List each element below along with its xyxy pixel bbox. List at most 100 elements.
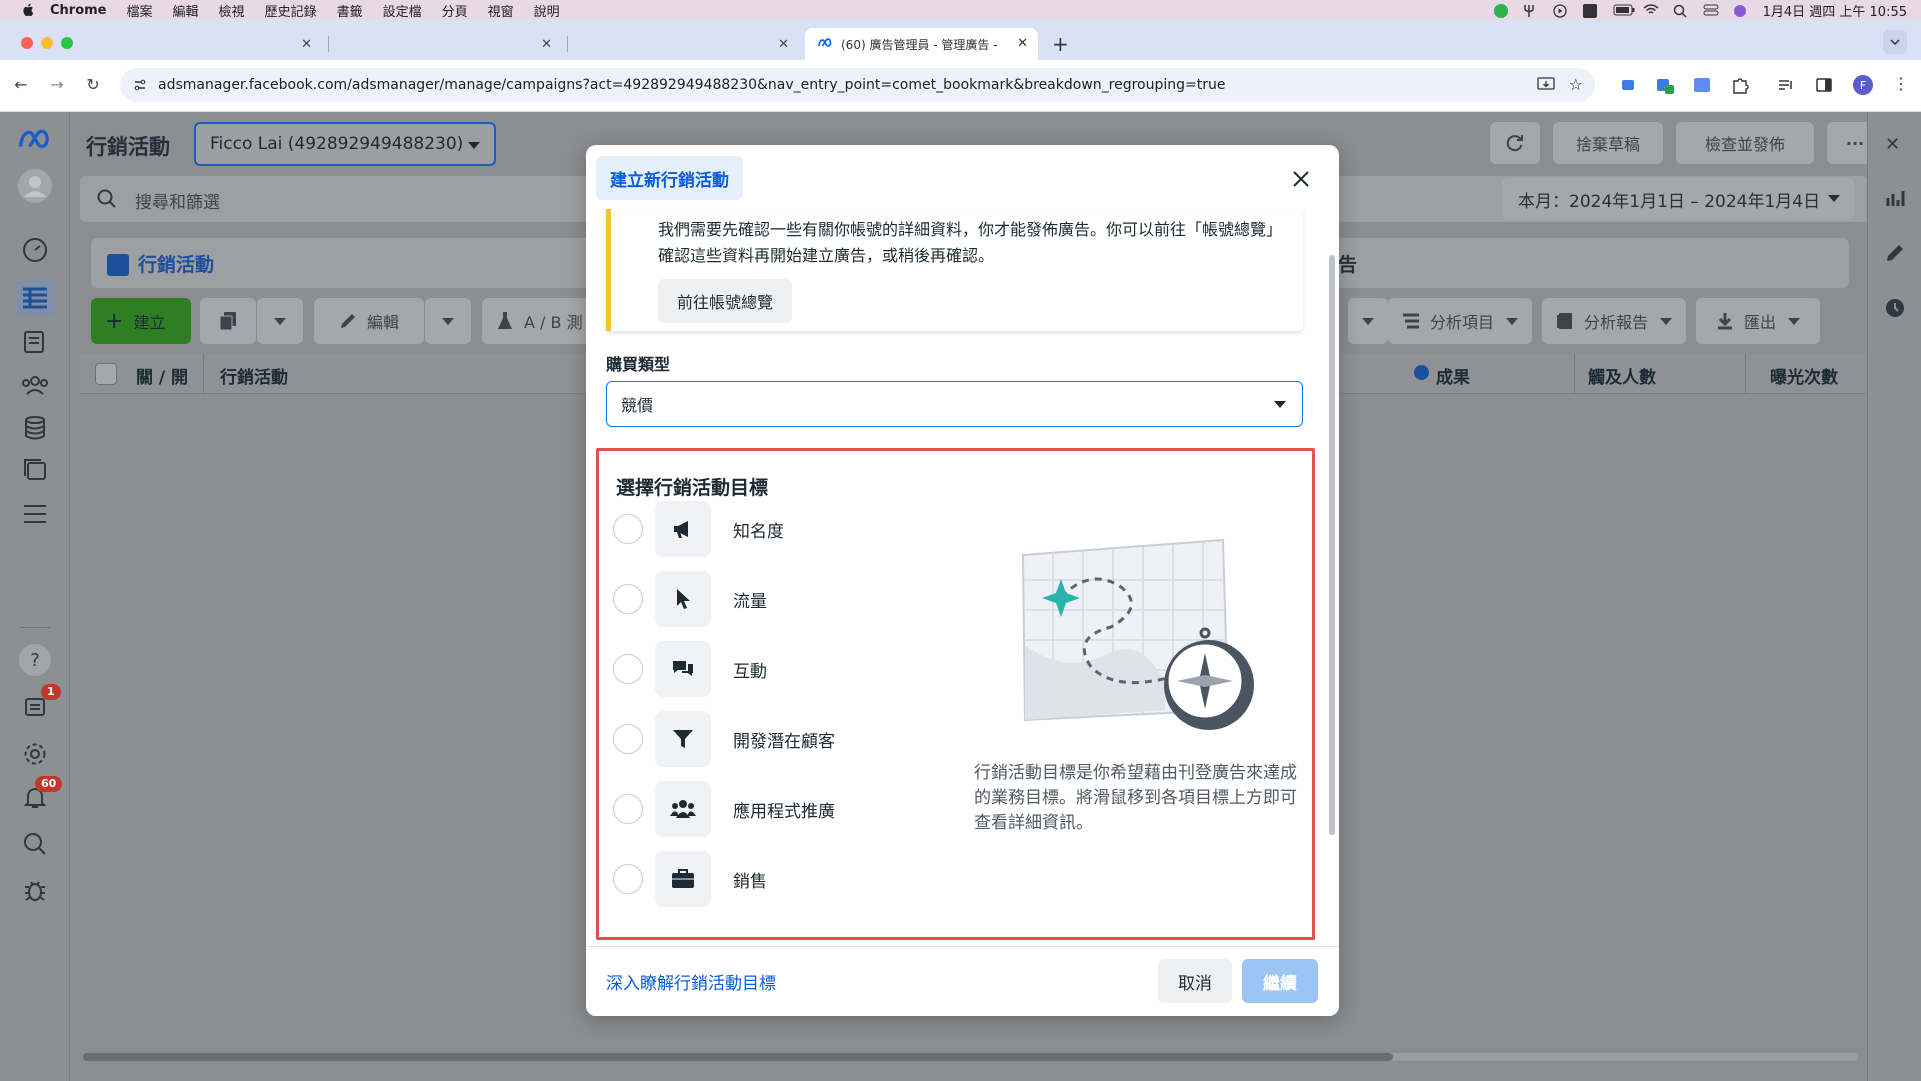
create-button[interactable]: + 建立 <box>91 298 191 344</box>
browser-tab-2[interactable]: ✕ <box>335 28 560 60</box>
help-button[interactable]: ? <box>15 642 55 678</box>
url-text[interactable]: adsmanager.facebook.com/adsmanager/manag… <box>158 77 1225 93</box>
battery-icon[interactable] <box>1613 4 1635 16</box>
breakdown-button[interactable]: 分析項目 <box>1388 298 1532 344</box>
objective-radio[interactable] <box>613 794 643 824</box>
notifications-bell-icon[interactable]: 60 <box>15 776 63 816</box>
catalog-icon[interactable] <box>15 452 55 488</box>
edit-dropdown[interactable] <box>425 298 471 344</box>
duplicate-button[interactable] <box>200 298 256 344</box>
menu-view[interactable]: 檢視 <box>219 1 245 20</box>
menu-history[interactable]: 歷史記錄 <box>265 1 317 20</box>
col-header-impressions[interactable]: 曝光次數 <box>1770 363 1838 388</box>
bug-report-icon[interactable] <box>15 872 55 908</box>
spotlight-icon[interactable] <box>1673 4 1689 18</box>
learn-more-objectives-link[interactable]: 深入瞭解行銷活動目標 <box>606 969 776 994</box>
col-header-reach[interactable]: 觸及人數 <box>1588 363 1656 388</box>
info-icon[interactable] <box>1414 365 1429 380</box>
objective-engagement[interactable]: 互動 <box>613 639 933 699</box>
extension-1-icon[interactable] <box>1618 75 1638 95</box>
app-name[interactable]: Chrome <box>50 3 107 18</box>
chart-icon[interactable] <box>1885 188 1905 212</box>
buy-type-select[interactable]: 競價 <box>606 381 1303 427</box>
objective-radio[interactable] <box>613 864 643 894</box>
pages-icon[interactable] <box>15 324 55 360</box>
edit-pencil-icon[interactable] <box>1885 243 1905 267</box>
close-panel-icon[interactable]: ✕ <box>1885 134 1900 155</box>
objective-awareness[interactable]: 知名度 <box>613 499 933 559</box>
wifi-icon[interactable] <box>1643 4 1659 16</box>
ads-notifications-icon[interactable]: 1 <box>15 684 61 724</box>
browser-tab-active[interactable]: (60) 廣告管理員 - 管理廣告 - ✕ <box>805 28 1038 60</box>
objective-sales[interactable]: 銷售 <box>613 849 933 909</box>
col-header-onoff[interactable]: 關 / 開 <box>136 363 188 388</box>
duplicate-dropdown[interactable] <box>257 298 303 344</box>
control-center-icon[interactable] <box>1703 4 1719 16</box>
history-clock-icon[interactable] <box>1885 298 1905 322</box>
billing-stack-icon[interactable] <box>15 410 55 446</box>
extension-2-icon[interactable] <box>1655 75 1675 95</box>
objective-radio[interactable] <box>613 724 643 754</box>
line-app-icon[interactable] <box>1493 4 1509 18</box>
siri-icon[interactable] <box>1733 4 1749 17</box>
window-zoom-icon[interactable] <box>61 37 73 49</box>
objective-radio[interactable] <box>613 654 643 684</box>
extensions-puzzle-icon[interactable] <box>1730 75 1750 95</box>
menu-help[interactable]: 說明 <box>534 1 560 20</box>
reports-button[interactable]: 分析報告 <box>1542 298 1686 344</box>
continue-button[interactable]: 繼續 <box>1242 959 1318 1003</box>
col-header-results[interactable]: 成果 <box>1436 363 1470 388</box>
menu-tab[interactable]: 分頁 <box>442 1 468 20</box>
tab-close-icon[interactable]: ✕ <box>1017 36 1028 51</box>
media-controls-icon[interactable] <box>1776 75 1796 95</box>
menubar-datetime[interactable]: 1月4日 週四 上午 10:55 <box>1763 1 1907 20</box>
account-selector[interactable]: Ficco Lai (492892949488230) <box>194 122 496 166</box>
dashboard-gauge-icon[interactable] <box>15 232 55 268</box>
side-panel-icon[interactable] <box>1814 75 1834 95</box>
window-close-icon[interactable] <box>21 37 33 49</box>
audiences-icon[interactable] <box>15 367 55 403</box>
browser-tab-1[interactable]: ✕ <box>90 28 320 60</box>
menu-file[interactable]: 檔案 <box>127 1 153 20</box>
edit-button[interactable]: 編輯 <box>314 298 424 344</box>
refresh-button[interactable] <box>1490 122 1540 164</box>
objective-traffic[interactable]: 流量 <box>613 569 933 629</box>
objective-radio[interactable] <box>613 584 643 614</box>
tab-search-icon[interactable] <box>1883 30 1907 54</box>
account-avatar[interactable] <box>15 168 55 204</box>
review-publish-button[interactable]: 檢查並發佈 <box>1676 122 1814 164</box>
date-range-picker[interactable]: 本月：2024年1月1日 – 2024年1月4日 <box>1502 178 1854 220</box>
cancel-button[interactable]: 取消 <box>1158 959 1232 1003</box>
install-app-icon[interactable] <box>1537 77 1555 97</box>
menu-edit[interactable]: 編輯 <box>173 1 199 20</box>
browser-tab-3[interactable]: ✕ <box>575 28 797 60</box>
close-dialog-button[interactable] <box>1287 165 1315 193</box>
view-setup-dropdown[interactable] <box>1348 298 1388 344</box>
address-bar[interactable]: adsmanager.facebook.com/adsmanager/manag… <box>120 68 1595 102</box>
tab-close-icon[interactable]: ✕ <box>301 37 312 52</box>
discard-draft-button[interactable]: 捨棄草稿 <box>1553 122 1663 164</box>
chrome-menu-icon[interactable]: ⋮ <box>1893 74 1909 94</box>
apple-icon[interactable] <box>20 3 34 17</box>
back-icon[interactable]: ← <box>12 76 30 94</box>
translate-extension-icon[interactable] <box>1692 75 1712 95</box>
tab-close-icon[interactable]: ✕ <box>778 37 789 52</box>
fork-icon[interactable] <box>1523 4 1539 17</box>
search-icon[interactable] <box>15 826 55 862</box>
tab-close-icon[interactable]: ✕ <box>541 37 552 52</box>
go-to-account-overview-button[interactable]: 前往帳號總覽 <box>658 279 793 323</box>
campaigns-table-icon[interactable] <box>15 280 55 316</box>
reload-icon[interactable]: ↻ <box>84 76 102 94</box>
dialog-scrollbar[interactable] <box>1329 255 1335 835</box>
window-minimize-icon[interactable] <box>41 37 53 49</box>
horizontal-scrollbar[interactable] <box>83 1053 1858 1061</box>
export-button[interactable]: 匯出 <box>1696 298 1820 344</box>
objective-leads[interactable]: 開發潛在顧客 <box>613 709 933 769</box>
objective-radio[interactable] <box>613 514 643 544</box>
menu-window[interactable]: 視窗 <box>488 1 514 20</box>
new-tab-button[interactable]: + <box>1052 32 1069 56</box>
objective-app-promotion[interactable]: 應用程式推廣 <box>613 779 933 839</box>
col-header-campaign[interactable]: 行銷活動 <box>220 363 288 388</box>
bookmark-star-icon[interactable]: ☆ <box>1569 75 1583 94</box>
menu-profiles[interactable]: 設定檔 <box>383 1 422 20</box>
